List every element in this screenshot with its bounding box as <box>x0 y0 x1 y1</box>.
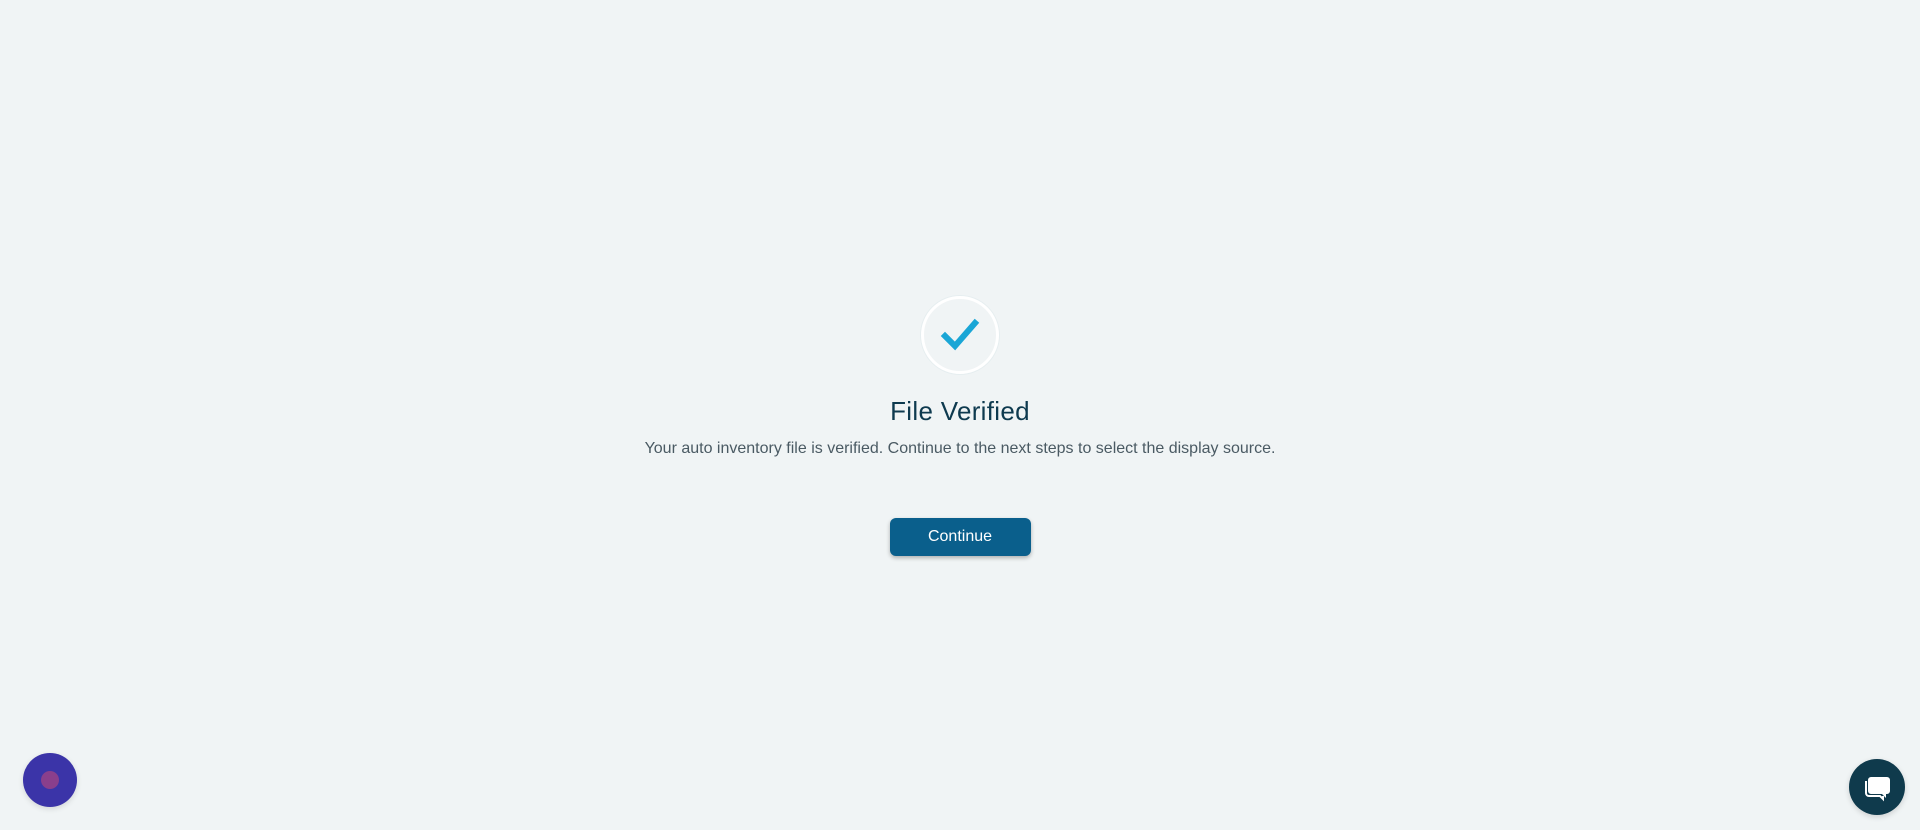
status-message: Your auto inventory file is verified. Co… <box>644 440 1276 458</box>
chat-launcher-button[interactable] <box>1849 759 1905 815</box>
page-title: File Verified <box>890 396 1030 426</box>
verification-panel: File Verified Your auto inventory file i… <box>0 296 1920 556</box>
check-mark-icon <box>940 318 980 351</box>
success-badge <box>921 296 999 374</box>
continue-button[interactable]: Continue <box>889 517 1031 556</box>
page: File Verified Your auto inventory file i… <box>0 0 1920 830</box>
assistant-launcher-button[interactable] <box>23 753 77 807</box>
chat-bubbles-icon <box>1865 777 1890 802</box>
assistant-bubble-icon <box>41 771 59 789</box>
